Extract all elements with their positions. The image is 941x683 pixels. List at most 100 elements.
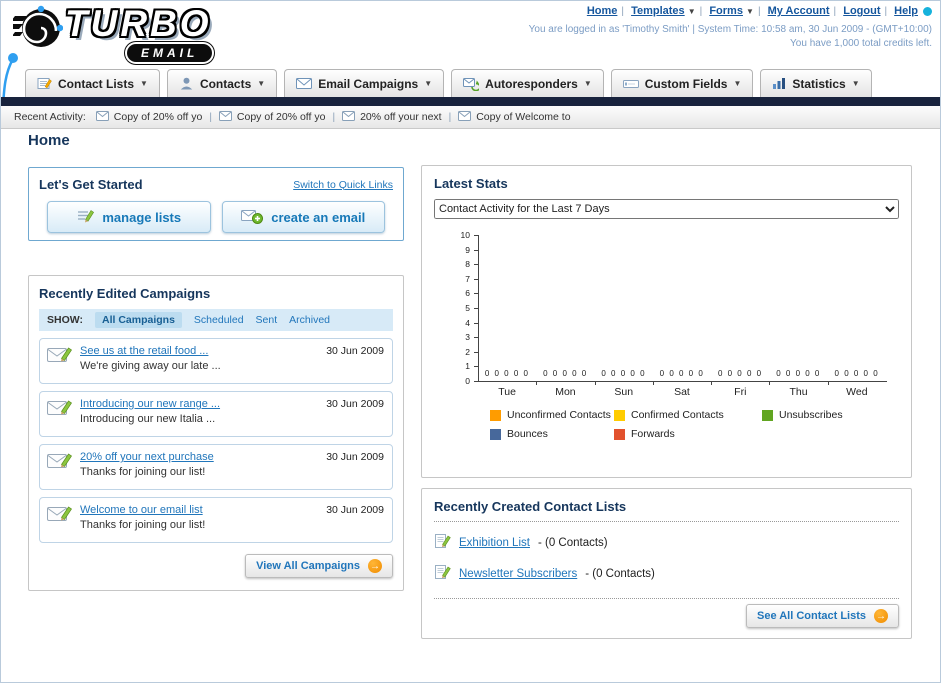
legend-swatch	[762, 409, 773, 421]
logo-text: TURBO EMAIL	[65, 3, 213, 62]
chart-y-tick-label: 1	[465, 361, 470, 372]
envelope-icon	[342, 110, 356, 124]
chart-y-tick-label: 5	[465, 303, 470, 313]
campaign-title-link[interactable]: Welcome to our email list	[80, 504, 205, 516]
envelope-icon	[458, 110, 472, 124]
header-link-help[interactable]: Help	[894, 5, 918, 17]
create-email-icon	[241, 208, 264, 227]
recent-activity-bar: Recent Activity: Copy of 20% off yo Copy…	[1, 106, 940, 129]
divider	[621, 6, 624, 17]
recent-activity-item-label: Copy of 20% off yo	[113, 111, 203, 123]
campaign-row: 20% off your next purchase Thanks for jo…	[39, 444, 393, 490]
email-edit-icon	[47, 398, 73, 423]
logo-swirl-icon	[11, 4, 64, 57]
recent-activity-item-label: Copy of Welcome to	[476, 111, 571, 123]
chart-y-tick	[474, 249, 478, 251]
chart-y-tick	[474, 293, 478, 295]
header-link-logout[interactable]: Logout	[843, 5, 880, 17]
divider	[449, 112, 452, 123]
filter-tab-sent[interactable]: Sent	[256, 314, 278, 326]
chevron-down-icon	[746, 7, 754, 16]
chart-value-labels: 0 0 0 0 0	[543, 369, 588, 378]
stats-range-select[interactable]: Contact Activity for the Last 7 Days	[434, 199, 899, 219]
legend-swatch	[490, 428, 501, 440]
recent-activity-item[interactable]: Copy of 20% off yo	[218, 110, 325, 124]
stats-chart: 0 1 2 3 4 5 6 7 8 9 10 0 0 0 0 0 Tue 0 0 0 0 0 Mon 0 0 …	[434, 230, 899, 403]
chart-x-label: Tue	[498, 386, 516, 398]
chart-x-label: Wed	[846, 386, 868, 398]
statistics-icon	[772, 77, 786, 90]
chevron-down-icon	[852, 79, 860, 88]
recently-edited-campaigns-panel: Recently Edited Campaigns SHOW: All Camp…	[28, 275, 404, 591]
recent-activity-item[interactable]: 20% off your next	[342, 110, 442, 124]
contact-list-link[interactable]: Newsletter Subscribers	[459, 568, 577, 580]
stats-legend: Unconfirmed Contacts Confirmed Contacts Un…	[490, 409, 899, 440]
chart-value-labels: 0 0 0 0 0	[659, 369, 705, 378]
chart-x-label: Sat	[674, 386, 690, 398]
header-link-templates[interactable]: Templates	[631, 5, 685, 17]
filter-tab-all-campaigns[interactable]: All Campaigns	[94, 312, 182, 328]
divider	[834, 6, 837, 17]
email-campaigns-icon	[296, 77, 313, 90]
header-link-my-account[interactable]: My Account	[768, 5, 830, 17]
campaigns-filter-bar: SHOW: All Campaigns Scheduled Sent Archi…	[39, 309, 393, 331]
contact-lists-panel-title: Recently Created Contact Lists	[434, 499, 627, 514]
nav-tab-contacts[interactable]: Contacts	[166, 69, 278, 97]
campaign-title-link[interactable]: Introducing our new range ...	[80, 398, 220, 410]
contact-list-count: - (0 Contacts)	[537, 537, 608, 549]
legend-item: Forwards	[614, 428, 762, 440]
header-right: Home Templates Forms My Account Logout H…	[529, 5, 932, 49]
nav-tab-label: Statistics	[792, 76, 846, 91]
logo-text-email: EMAIL	[127, 44, 213, 62]
recent-activity-item[interactable]: Copy of 20% off yo	[95, 110, 203, 124]
recent-activity-item-label: 20% off your next	[360, 111, 442, 123]
chart-y-tick	[474, 322, 478, 324]
nav-tab-label: Contact Lists	[58, 76, 135, 91]
campaign-date: 30 Jun 2009	[326, 398, 384, 410]
email-edit-icon	[47, 345, 73, 370]
contact-list-link[interactable]: Exhibition List	[459, 537, 530, 549]
chart-y-tick	[474, 235, 478, 236]
view-all-campaigns-button[interactable]: View All Campaigns	[245, 554, 393, 578]
nav-tab-custom-fields[interactable]: Custom Fields	[610, 69, 754, 97]
see-all-contact-lists-button[interactable]: See All Contact Lists	[745, 604, 899, 628]
chart-value-labels: 0 0 0 0 0	[776, 369, 821, 378]
switch-to-quick-links[interactable]: Switch to Quick Links	[293, 179, 393, 191]
nav-tab-autoresponders[interactable]: Autoresponders	[451, 69, 604, 97]
page: TURBO EMAIL Home Templates Forms My Acco…	[0, 0, 941, 683]
header-link-home[interactable]: Home	[587, 5, 618, 17]
recent-activity-item[interactable]: Copy of Welcome to	[458, 110, 571, 124]
logo-text-turbo: TURBO	[65, 3, 212, 44]
chart-y-tick	[474, 337, 478, 339]
create-email-button[interactable]: create an email	[221, 201, 385, 233]
filter-tab-archived[interactable]: Archived	[289, 314, 330, 326]
get-started-panel: Let's Get Started Switch to Quick Links …	[28, 167, 404, 241]
envelope-icon	[218, 110, 232, 124]
recent-contact-lists-panel: Recently Created Contact Lists Exhibitio…	[421, 488, 912, 639]
divider	[332, 112, 335, 123]
nav-tab-contact-lists[interactable]: Contact Lists	[25, 69, 160, 97]
chart-x-label: Sun	[614, 386, 634, 398]
header-link-forms[interactable]: Forms	[709, 5, 743, 17]
campaign-title-link[interactable]: 20% off your next purchase	[80, 451, 214, 463]
app-logo: TURBO EMAIL	[11, 3, 213, 62]
create-email-label: create an email	[271, 209, 366, 225]
live-help-status-icon[interactable]	[923, 6, 932, 16]
campaign-date: 30 Jun 2009	[326, 451, 384, 463]
chart-x-tick	[594, 382, 596, 385]
legend-label: Bounces	[507, 428, 548, 440]
chart-x-tick	[769, 382, 771, 385]
chart-y-tick-label: 9	[465, 244, 470, 255]
nav-tab-email-campaigns[interactable]: Email Campaigns	[284, 69, 445, 97]
legend-item: Confirmed Contacts	[614, 409, 762, 421]
campaign-subtitle: Thanks for joining our list!	[80, 466, 206, 478]
filter-tab-scheduled[interactable]: Scheduled	[194, 314, 244, 326]
chart-x-tick	[652, 382, 654, 385]
campaign-title-link[interactable]: See us at the retail food ...	[80, 345, 221, 357]
manage-lists-button[interactable]: manage lists	[47, 201, 211, 233]
nav-tab-statistics[interactable]: Statistics	[760, 69, 872, 97]
campaign-row: See us at the retail food ... We're givi…	[39, 338, 393, 384]
chart-y-tick-label: 2	[465, 346, 470, 357]
show-label: SHOW:	[47, 314, 83, 326]
chart-x-tick	[536, 382, 538, 385]
